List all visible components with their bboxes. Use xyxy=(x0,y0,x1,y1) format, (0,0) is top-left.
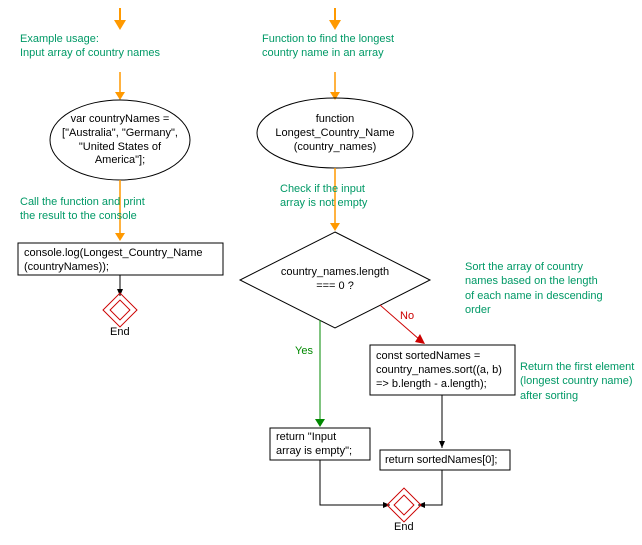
start-marker-left xyxy=(114,8,126,30)
annotation-example-usage: Example usage: Input array of country na… xyxy=(20,32,200,61)
edge-label-yes: Yes xyxy=(295,345,313,357)
node-end-left xyxy=(103,293,137,327)
edge-label-no: No xyxy=(400,310,414,322)
end-text-left: End xyxy=(110,326,130,338)
text-decision: country_names.length === 0 ? xyxy=(272,266,398,294)
annotation-check-empty: Check if the input array is not empty xyxy=(280,182,410,211)
text-func-decl: function Longest_Country_Name (country_n… xyxy=(270,113,400,154)
text-return-first: return sortedNames[0]; xyxy=(385,454,510,468)
annotation-return-first: Return the first element (longest countr… xyxy=(520,360,640,403)
text-sort: const sortedNames = country_names.sort((… xyxy=(376,350,511,391)
annotation-func-desc: Function to find the longest country nam… xyxy=(262,32,442,61)
annotation-call-func: Call the function and print the result t… xyxy=(20,195,200,224)
end-text-right: End xyxy=(394,521,414,533)
start-marker-right xyxy=(329,8,341,30)
text-return-empty: return "Input array is empty"; xyxy=(276,431,366,459)
annotation-sort-desc: Sort the array of country names based on… xyxy=(465,260,625,317)
text-var-decl: var countryNames = ["Australia", "German… xyxy=(60,113,180,168)
text-console-log: console.log(Longest_Country_Name (countr… xyxy=(24,247,219,275)
node-end-right xyxy=(387,488,421,522)
